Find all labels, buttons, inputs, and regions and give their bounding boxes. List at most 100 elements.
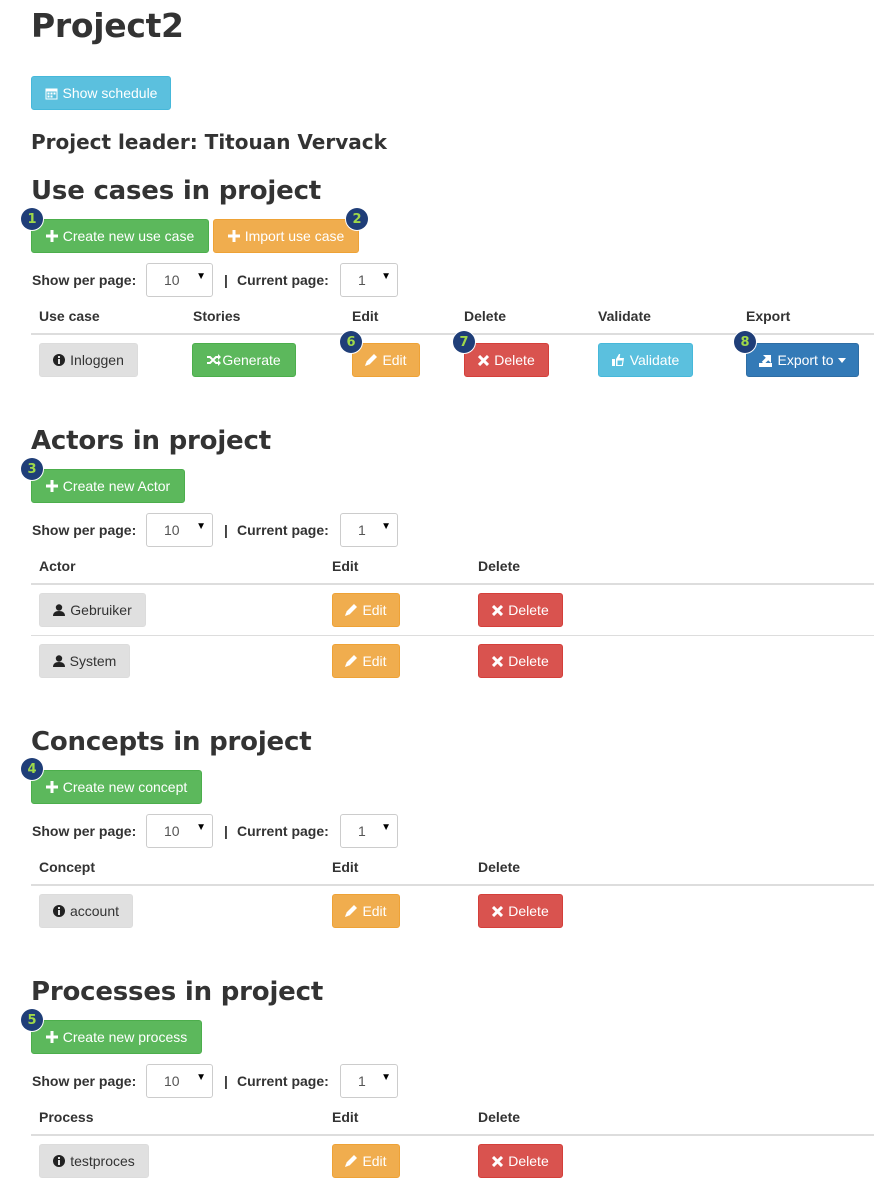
annotation-badge-2: 2 — [346, 208, 368, 230]
delete-label: Delete — [508, 653, 549, 669]
edit-concept-button[interactable]: Edit — [332, 894, 400, 928]
process-testproces-button[interactable]: testproces — [39, 1144, 149, 1178]
caret-down-icon: ▼ — [381, 822, 391, 833]
caret-down-icon: ▼ — [381, 1072, 391, 1083]
caret-down-icon: ▼ — [196, 822, 206, 833]
plus-icon — [45, 1031, 58, 1043]
current-page-select[interactable]: 1 ▼ — [340, 263, 398, 297]
import-use-case-label: Import use case — [244, 228, 345, 244]
pencil-icon — [345, 905, 358, 917]
plus-icon — [45, 480, 58, 492]
delete-process-button[interactable]: Delete — [478, 1144, 563, 1178]
export-label: Export to — [777, 352, 834, 368]
edit-actor-button[interactable]: Edit — [332, 593, 400, 627]
annotation-badge-1: 1 — [21, 208, 43, 230]
column-header: Delete — [478, 1109, 521, 1125]
column-header: Delete — [478, 558, 521, 574]
current-page-value: 1 — [358, 1073, 366, 1089]
show-schedule-label: Show schedule — [62, 85, 158, 101]
current-page-select[interactable]: 1 ▼ — [340, 1064, 398, 1098]
remove-icon — [492, 604, 504, 616]
delete-actor-button[interactable]: Delete — [478, 644, 563, 678]
create-actor-button[interactable]: Create new Actor — [31, 469, 185, 503]
generate-stories-button[interactable]: Generate — [192, 343, 296, 377]
column-header: Use case — [39, 308, 100, 324]
info-circle-icon — [53, 1155, 66, 1167]
import-use-case-button[interactable]: Import use case — [213, 219, 359, 253]
create-process-label: Create new process — [62, 1029, 188, 1045]
plus-icon — [45, 230, 58, 242]
actor-system-button[interactable]: System — [39, 644, 130, 678]
shuffle-icon — [207, 354, 222, 366]
caret-down-icon — [837, 357, 846, 363]
concepts-heading: Concepts in project — [31, 727, 312, 757]
project-leader: Project leader: Titouan Vervack — [31, 130, 387, 154]
edit-use-case-button[interactable]: Edit — [352, 343, 420, 377]
column-header: Edit — [332, 558, 359, 574]
caret-down-icon: ▼ — [381, 271, 391, 282]
column-header: Validate — [598, 308, 651, 324]
current-page-label: Current page: — [237, 823, 329, 839]
plus-icon — [45, 781, 58, 793]
calendar-icon — [45, 88, 58, 99]
column-header: Stories — [193, 308, 241, 324]
current-page-value: 1 — [358, 272, 366, 288]
validate-use-case-button[interactable]: Validate — [598, 343, 693, 377]
pagination-separator: | — [224, 272, 228, 288]
delete-label: Delete — [508, 602, 549, 618]
process-name: testproces — [70, 1153, 135, 1169]
edit-label: Edit — [362, 903, 387, 919]
create-process-button[interactable]: Create new process — [31, 1020, 202, 1054]
delete-concept-button[interactable]: Delete — [478, 894, 563, 928]
pagination-separator: | — [224, 1073, 228, 1089]
show-per-page-label: Show per page: — [32, 272, 137, 288]
user-icon — [52, 655, 65, 667]
user-icon — [53, 604, 66, 616]
use-case-name: Inloggen — [70, 352, 124, 368]
use-case-inloggen-button[interactable]: Inloggen — [39, 343, 138, 377]
annotation-badge-3: 3 — [21, 458, 43, 480]
current-page-select[interactable]: 1 ▼ — [340, 814, 398, 848]
annotation-badge-8: 8 — [734, 331, 756, 353]
validate-label: Validate — [629, 352, 680, 368]
per-page-select[interactable]: 10 ▼ — [146, 814, 213, 848]
caret-down-icon: ▼ — [381, 521, 391, 532]
actor-gebruiker-button[interactable]: Gebruiker — [39, 593, 146, 627]
per-page-select[interactable]: 10 ▼ — [146, 513, 213, 547]
current-page-select[interactable]: 1 ▼ — [340, 513, 398, 547]
info-circle-icon — [53, 354, 66, 366]
create-use-case-button[interactable]: Create new use case — [31, 219, 209, 253]
show-per-page-label: Show per page: — [32, 1073, 137, 1089]
pencil-icon — [345, 655, 358, 667]
caret-down-icon: ▼ — [196, 1072, 206, 1083]
processes-heading: Processes in project — [31, 977, 324, 1007]
caret-down-icon: ▼ — [196, 521, 206, 532]
table-divider — [31, 1134, 874, 1136]
pencil-icon — [365, 354, 378, 366]
annotation-badge-6: 6 — [340, 331, 362, 353]
create-concept-button[interactable]: Create new concept — [31, 770, 202, 804]
current-page-value: 1 — [358, 823, 366, 839]
pencil-icon — [345, 1155, 358, 1167]
current-page-label: Current page: — [237, 1073, 329, 1089]
per-page-select[interactable]: 10 ▼ — [146, 1064, 213, 1098]
edit-actor-button[interactable]: Edit — [332, 644, 400, 678]
column-header: Edit — [352, 308, 379, 324]
current-page-label: Current page: — [237, 272, 329, 288]
table-divider — [31, 583, 874, 585]
remove-icon — [478, 354, 490, 366]
edit-label: Edit — [362, 1153, 387, 1169]
current-page-label: Current page: — [237, 522, 329, 538]
delete-actor-button[interactable]: Delete — [478, 593, 563, 627]
show-schedule-button[interactable]: Show schedule — [31, 76, 171, 110]
per-page-select[interactable]: 10 ▼ — [146, 263, 213, 297]
concept-account-button[interactable]: account — [39, 894, 133, 928]
remove-icon — [492, 655, 504, 667]
delete-use-case-button[interactable]: Delete — [464, 343, 549, 377]
edit-process-button[interactable]: Edit — [332, 1144, 400, 1178]
row-divider — [31, 635, 874, 636]
export-to-dropdown[interactable]: Export to — [746, 343, 859, 377]
table-divider — [31, 884, 874, 886]
column-header: Concept — [39, 859, 95, 875]
delete-label: Delete — [508, 1153, 549, 1169]
